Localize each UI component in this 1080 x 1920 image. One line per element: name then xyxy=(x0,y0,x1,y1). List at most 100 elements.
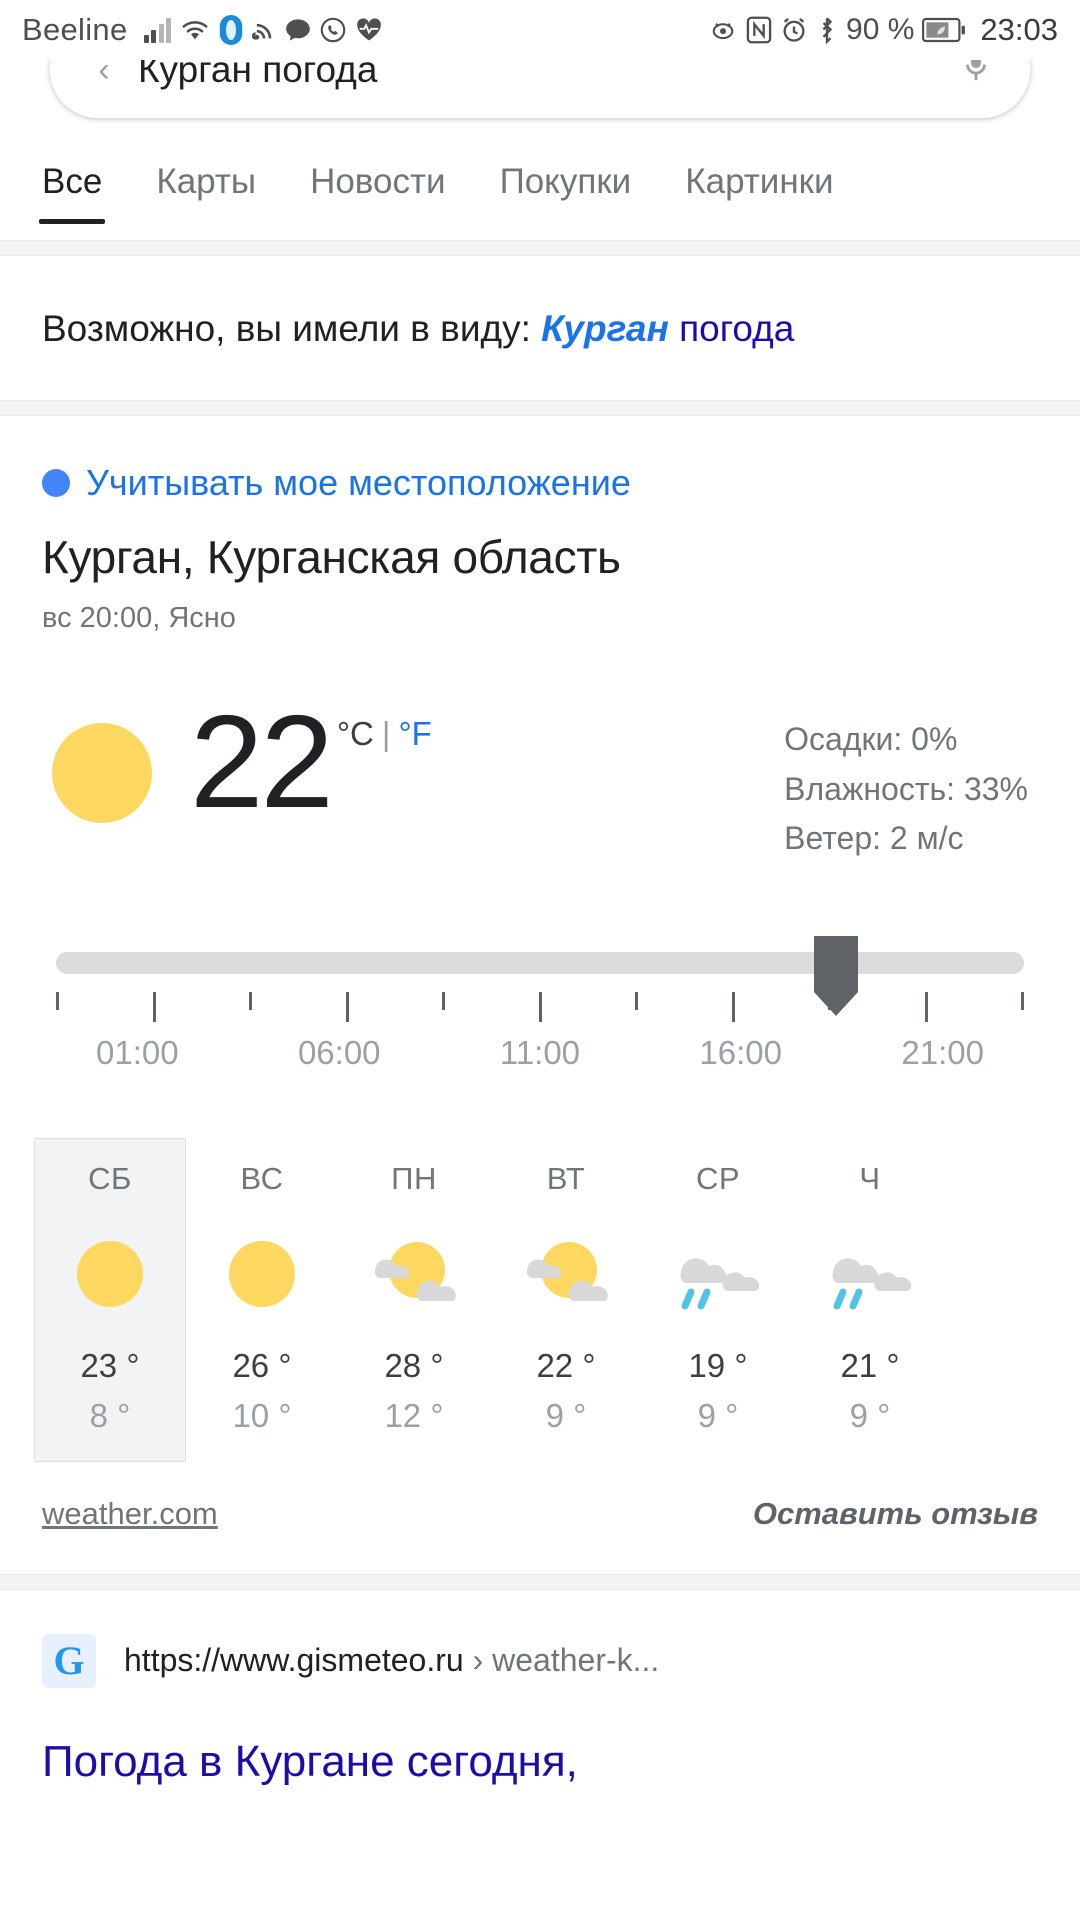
signal-bars-icon xyxy=(143,17,172,43)
forecast-day-name: ВТ xyxy=(546,1160,586,1196)
forecast-day-name: ВС xyxy=(240,1160,284,1196)
forecast-day-name: СБ xyxy=(88,1160,132,1196)
use-my-location-link[interactable]: Учитывать мое местоположение xyxy=(42,416,1038,530)
hourly-time-slider[interactable]: 01:00 06:00 11:00 16:00 21:00 xyxy=(42,930,1038,1071)
partly-cloudy-icon xyxy=(339,1219,489,1329)
wifi-icon xyxy=(180,17,210,43)
carrier-label: Beeline xyxy=(22,12,128,47)
tab-news[interactable]: Новости xyxy=(310,162,446,224)
did-you-mean-prefix: Возможно, вы имели в виду: xyxy=(42,308,542,349)
alarm-icon xyxy=(780,16,808,44)
sun-icon xyxy=(35,1219,185,1329)
forecast-high: 21 ° xyxy=(840,1346,900,1384)
eye-off-icon xyxy=(708,17,738,43)
did-you-mean-query-rest[interactable]: погода xyxy=(669,308,794,349)
forecast-low: 8 ° xyxy=(89,1396,131,1434)
precipitation-stat: Осадки: 0% xyxy=(784,721,958,757)
sun-icon xyxy=(187,1219,337,1329)
forecast-high: 28 ° xyxy=(384,1346,444,1384)
message-icon xyxy=(285,18,311,42)
use-my-location-label: Учитывать мое местоположение xyxy=(86,462,631,503)
unit-celsius[interactable]: °C xyxy=(337,715,374,752)
forecast-high: 19 ° xyxy=(688,1346,748,1384)
forecast-low: 9 ° xyxy=(849,1396,891,1434)
heartbeat-icon xyxy=(355,17,383,43)
hour-label-1: 01:00 xyxy=(96,1033,179,1071)
whatsapp-icon xyxy=(320,17,346,43)
forecast-high: 26 ° xyxy=(232,1346,292,1384)
current-conditions-row: 22 °C | °F Осадки: 0% Влажность: 33% Ветер… xyxy=(42,688,1038,864)
battery-icon xyxy=(922,17,966,43)
section-divider-2 xyxy=(0,400,1080,416)
current-temperature-value: 22 xyxy=(190,688,334,835)
wind-stat: Ветер: 2 м/с xyxy=(784,820,964,857)
search-result[interactable]: G https://www.gismeteo.ru › weather-k...… xyxy=(0,1590,1080,1789)
result-title[interactable]: Погода в Кургане сегодня, xyxy=(42,1734,1038,1789)
bluetooth-icon xyxy=(816,16,838,44)
forecast-day[interactable]: ПН 28 ° 12 ° xyxy=(338,1138,490,1462)
unit-fahrenheit[interactable]: °F xyxy=(398,715,431,752)
weather-location-title: Курган, Курганская область xyxy=(42,531,621,583)
tab-images[interactable]: Картинки xyxy=(685,162,833,224)
weather-source-link[interactable]: weather.com xyxy=(42,1496,218,1532)
feedback-link[interactable]: Оставить отзыв xyxy=(753,1496,1038,1532)
forecast-day-name: Ч xyxy=(859,1160,881,1196)
partly-cloudy-icon xyxy=(491,1219,641,1329)
did-you-mean: Возможно, вы имели в виду: Курган погода xyxy=(0,256,1080,400)
vpn-shield-icon xyxy=(219,15,243,45)
tab-all[interactable]: Все xyxy=(38,162,106,224)
forecast-low: 9 ° xyxy=(545,1396,587,1434)
slider-ticks xyxy=(56,991,1024,1022)
search-bar-container: ‹ Курган погода xyxy=(0,22,1080,118)
hour-label-4: 16:00 xyxy=(699,1033,782,1071)
forecast-low: 9 ° xyxy=(697,1396,739,1434)
status-left-icons xyxy=(143,15,384,45)
rain-icon xyxy=(643,1219,793,1329)
forecast-day[interactable]: СР 19 ° 9 ° xyxy=(642,1138,794,1462)
cast-icon xyxy=(252,18,276,42)
status-bar: Beeline 90 % 23:03 xyxy=(0,0,1080,60)
slider-hour-labels: 01:00 06:00 11:00 16:00 21:00 xyxy=(56,1034,1024,1072)
section-divider-3 xyxy=(0,1573,1080,1590)
forecast-day[interactable]: ВТ 22 ° 9 ° xyxy=(490,1138,642,1462)
result-domain: https://www.gismeteo.ru xyxy=(124,1642,464,1679)
daily-forecast-strip: СБ 23 ° 8 ° ВС 26 ° 10 ° ПН 28 ° 12 ° ВТ… xyxy=(34,1137,1038,1462)
weather-card: Учитывать мое местоположение Курган, Кур… xyxy=(0,416,1080,1574)
hour-label-5: 21:00 xyxy=(901,1033,984,1071)
weather-stats: Осадки: 0% Влажность: 33% Ветер: 2 м/с xyxy=(784,701,1038,864)
weather-observed-time: вс 20:00, Ясно xyxy=(42,602,236,634)
weather-card-footer: weather.com Оставить отзыв xyxy=(42,1496,1038,1574)
location-dot-icon xyxy=(42,469,70,497)
forecast-day-name: СР xyxy=(695,1160,741,1196)
result-url: https://www.gismeteo.ru › weather-k... xyxy=(124,1642,659,1679)
did-you-mean-query-bold[interactable]: Курган xyxy=(541,308,669,349)
forecast-day[interactable]: Ч 21 ° 9 ° xyxy=(794,1138,946,1462)
slider-track[interactable] xyxy=(56,951,1024,974)
forecast-low: 12 ° xyxy=(384,1396,444,1434)
sun-icon xyxy=(52,723,152,823)
gismeteo-favicon-icon: G xyxy=(42,1633,96,1688)
tab-maps[interactable]: Карты xyxy=(156,162,256,224)
result-header: G https://www.gismeteo.ru › weather-k... xyxy=(42,1633,1038,1688)
current-temperature-block: 22 °C | °F xyxy=(190,688,432,835)
forecast-low: 10 ° xyxy=(232,1396,292,1434)
tab-shopping[interactable]: Покупки xyxy=(500,162,632,224)
slider-handle[interactable] xyxy=(813,935,858,1016)
forecast-high: 22 ° xyxy=(536,1346,596,1384)
humidity-stat: Влажность: 33% xyxy=(784,770,1028,807)
hour-label-3: 11:00 xyxy=(499,1033,581,1071)
unit-toggle: °C | °F xyxy=(337,715,432,753)
battery-percent-label: 90 % xyxy=(846,13,915,46)
search-tabs: Все Карты Новости Покупки Картинки xyxy=(0,118,1080,240)
status-right-icons: 90 % 23:03 xyxy=(708,12,1058,48)
clock-label: 23:03 xyxy=(980,12,1058,47)
forecast-day[interactable]: ВС 26 ° 10 ° xyxy=(186,1138,338,1462)
unit-divider: | xyxy=(381,715,391,752)
forecast-day[interactable]: СБ 23 ° 8 ° xyxy=(34,1137,186,1462)
nfc-icon xyxy=(746,16,772,44)
section-divider xyxy=(0,240,1080,256)
forecast-day-name: ПН xyxy=(391,1160,437,1196)
rain-icon xyxy=(795,1219,945,1329)
result-path: › weather-k... xyxy=(463,1642,660,1679)
hour-label-2: 06:00 xyxy=(297,1033,381,1071)
